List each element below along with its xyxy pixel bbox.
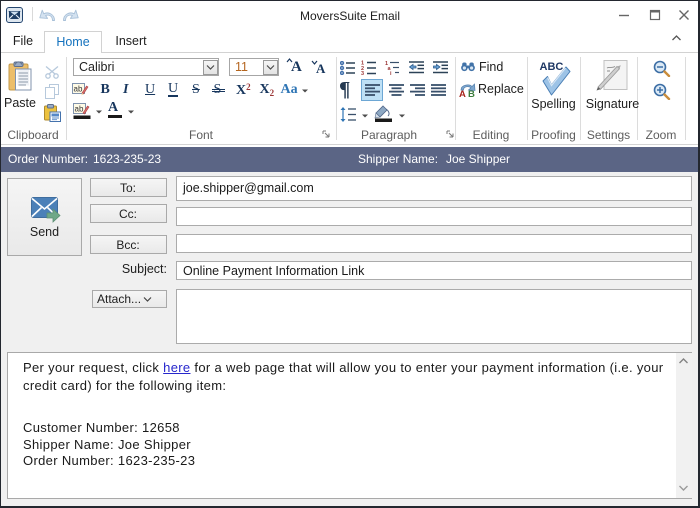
svg-text:i: i [390, 71, 392, 75]
svg-text:B: B [468, 89, 475, 97]
svg-text:ABC: ABC [540, 61, 564, 73]
svg-text:3: 3 [361, 71, 364, 75]
svg-text:ab: ab [74, 85, 83, 94]
svg-text:ab: ab [75, 105, 84, 114]
svg-text:A: A [459, 89, 466, 97]
